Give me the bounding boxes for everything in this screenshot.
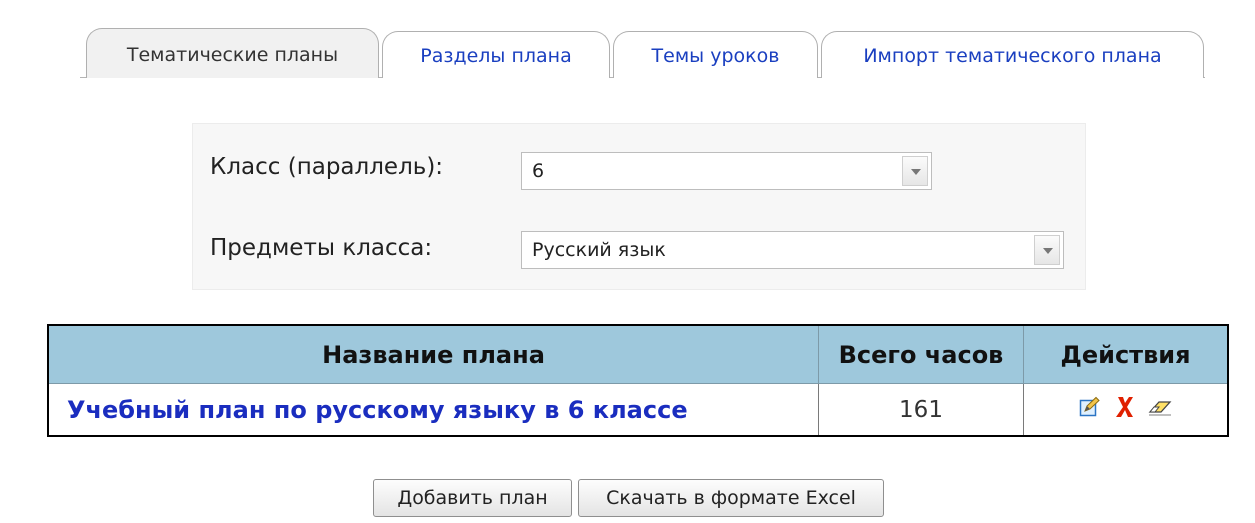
- chevron-down-icon[interactable]: [1034, 235, 1060, 265]
- class-label: Класс (параллель):: [210, 154, 444, 180]
- eraser-icon[interactable]: [1148, 397, 1172, 423]
- tab-lesson-topics[interactable]: Темы уроков: [613, 31, 818, 78]
- tab-bar: Тематические планы Разделы плана Темы ур…: [80, 26, 1205, 78]
- subject-select[interactable]: Русский язык: [521, 231, 1064, 269]
- delete-icon[interactable]: [1115, 395, 1135, 425]
- edit-icon[interactable]: [1079, 396, 1101, 424]
- plan-actions-cell: [1023, 383, 1229, 437]
- tab-thematic-plans[interactable]: Тематические планы: [86, 28, 379, 78]
- class-select-value: 6: [532, 160, 545, 182]
- class-select[interactable]: 6: [521, 152, 932, 190]
- plans-table: Название плана Всего часов Действия Учеб…: [47, 324, 1229, 437]
- table-header-row: Название плана Всего часов Действия: [47, 324, 1229, 384]
- subject-label: Предметы класса:: [210, 235, 433, 261]
- add-plan-button[interactable]: Добавить план: [373, 479, 572, 517]
- column-header-actions: Действия: [1023, 324, 1229, 384]
- column-header-plan-name: Название плана: [47, 324, 819, 384]
- chevron-down-icon[interactable]: [902, 156, 928, 186]
- filter-panel: Класс (параллель): 6 Предметы класса: Ру…: [192, 123, 1086, 290]
- subject-select-value: Русский язык: [532, 239, 666, 261]
- tab-import-plan[interactable]: Импорт тематического плана: [821, 31, 1204, 78]
- column-header-total-hours: Всего часов: [818, 324, 1024, 384]
- table-row: Учебный план по русскому языку в 6 класс…: [47, 383, 1229, 437]
- plan-link[interactable]: Учебный план по русскому языку в 6 класс…: [49, 396, 688, 424]
- plan-name-cell: Учебный план по русскому языку в 6 класс…: [47, 383, 819, 437]
- tab-plan-sections[interactable]: Разделы плана: [382, 31, 610, 78]
- download-excel-button[interactable]: Скачать в формате Excel: [578, 479, 884, 517]
- plan-hours: 161: [818, 383, 1024, 437]
